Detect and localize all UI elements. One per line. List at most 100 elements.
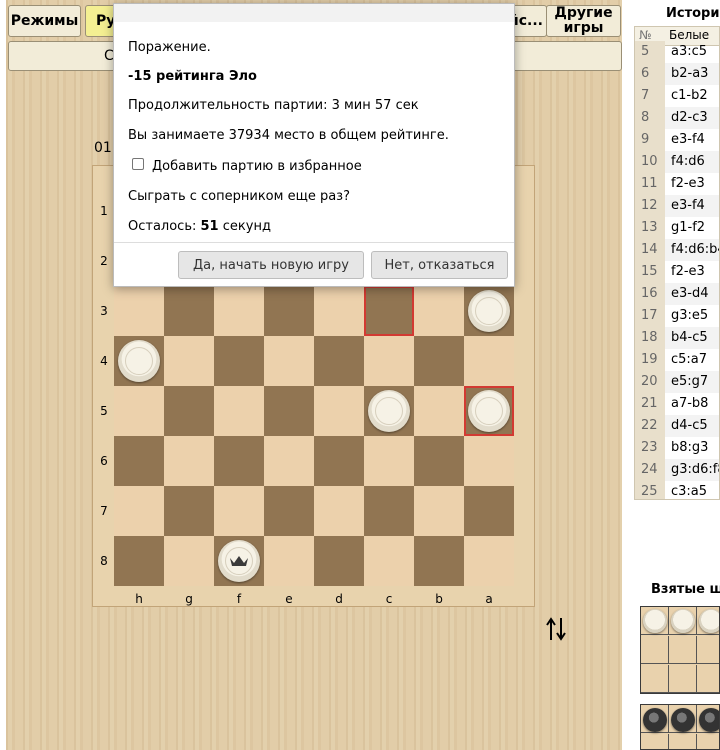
other-games-button[interactable]: Другие игры (546, 5, 621, 37)
history-row[interactable]: 22 d4-c5 (635, 415, 719, 437)
white-move: e5:g7 (671, 374, 709, 389)
board-square[interactable] (214, 286, 264, 336)
board-square[interactable] (314, 436, 364, 486)
history-row[interactable]: 10 f4:d6 (635, 151, 719, 173)
partial-button[interactable]: йс... (509, 5, 547, 37)
board-square[interactable] (214, 486, 264, 536)
board-square[interactable] (164, 436, 214, 486)
board-square[interactable] (264, 386, 314, 436)
board-square[interactable] (364, 336, 414, 386)
dialog-titlebar (114, 4, 514, 22)
history-row[interactable]: 25 c3:a5 (635, 481, 719, 499)
row-label: 4 (100, 354, 108, 368)
board-square[interactable] (364, 436, 414, 486)
history-row[interactable]: 12 e3-f4 (635, 195, 719, 217)
countdown-seconds: 51 (200, 219, 219, 234)
white-piece[interactable] (368, 390, 410, 432)
history-row[interactable]: 8 d2-c3 (635, 107, 719, 129)
history-row[interactable]: 20 e5:g7 (635, 371, 719, 393)
captured-cell (697, 734, 719, 749)
captured-cell (669, 734, 697, 749)
board-square[interactable] (114, 436, 164, 486)
history-row[interactable]: 18 b4-c5 (635, 327, 719, 349)
board-square[interactable] (214, 336, 264, 386)
white-piece[interactable] (468, 390, 510, 432)
board-square[interactable] (314, 286, 364, 336)
game-duration: Продолжительность партии: 3 мин 57 сек (128, 98, 419, 113)
history-row[interactable]: 16 e3-d4 (635, 283, 719, 305)
move-number: 24 (635, 459, 665, 481)
board-square[interactable] (264, 286, 314, 336)
row-label: 7 (100, 504, 108, 518)
board-square[interactable] (464, 486, 514, 536)
board-square[interactable] (114, 486, 164, 536)
captured-cell (669, 636, 697, 664)
board-square[interactable] (364, 536, 414, 586)
white-move: f4:d6:b4 (671, 242, 719, 257)
history-row[interactable]: 7 c1-b2 (635, 85, 719, 107)
favorite-label[interactable]: Добавить партию в избранное (152, 159, 362, 174)
history-row[interactable]: 21 a7-b8 (635, 393, 719, 415)
board-square[interactable] (414, 286, 464, 336)
white-piece[interactable] (118, 340, 160, 382)
new-game-button[interactable]: Да, начать новую игру (178, 251, 364, 279)
game-over-dialog: Поражение. -15 рейтинга Эло Продолжитель… (113, 3, 515, 287)
history-row[interactable]: 17 g3:e5 (635, 305, 719, 327)
history-row[interactable]: 11 f2-e3 (635, 173, 719, 195)
board-square[interactable] (164, 386, 214, 436)
board-square[interactable] (164, 336, 214, 386)
piece-ring (475, 397, 503, 425)
board-square[interactable] (464, 336, 514, 386)
board-square[interactable] (164, 486, 214, 536)
move-history-table[interactable]: № Белые 5 a3:c5 6 b2-a3 7 c1-b2 8 d2-c3 9 e3-f4 10… (634, 26, 720, 500)
history-row[interactable]: 5 a3:c5 (635, 41, 719, 63)
history-row[interactable]: 6 b2-a3 (635, 63, 719, 85)
white-move: d4-c5 (671, 418, 708, 433)
white-piece[interactable] (468, 290, 510, 332)
white-move: f2-e3 (671, 176, 705, 191)
board-square[interactable] (414, 336, 464, 386)
modes-button[interactable]: Режимы (8, 5, 81, 37)
board-square[interactable] (414, 436, 464, 486)
white-move: g3:e5 (671, 308, 709, 323)
board-square[interactable] (364, 286, 414, 336)
board-square[interactable] (414, 486, 464, 536)
board-square[interactable] (264, 336, 314, 386)
history-row[interactable]: 9 e3-f4 (635, 129, 719, 151)
board-square[interactable] (264, 486, 314, 536)
captured-black-piece (671, 708, 695, 732)
board-square[interactable] (314, 536, 364, 586)
board-square[interactable] (414, 536, 464, 586)
board-square[interactable] (114, 286, 164, 336)
board-square[interactable] (114, 386, 164, 436)
move-number: 15 (635, 261, 665, 283)
decline-button[interactable]: Нет, отказаться (371, 251, 508, 279)
history-row[interactable]: 24 g3:d6:f8 (635, 459, 719, 481)
captured-cell (669, 665, 697, 693)
board-square[interactable] (464, 436, 514, 486)
board-square[interactable] (314, 486, 364, 536)
history-row[interactable]: 19 c5:a7 (635, 349, 719, 371)
board-square[interactable] (314, 336, 364, 386)
board-square[interactable] (314, 386, 364, 436)
board-square[interactable] (414, 386, 464, 436)
board-square[interactable] (264, 536, 314, 586)
board-square[interactable] (164, 536, 214, 586)
history-row[interactable]: 14 f4:d6:b4 (635, 239, 719, 261)
flip-board-icon[interactable] (544, 616, 568, 642)
board-square[interactable] (464, 536, 514, 586)
board-square[interactable] (164, 286, 214, 336)
piece-ring (375, 397, 403, 425)
board-square[interactable] (214, 386, 264, 436)
board-square[interactable] (214, 436, 264, 486)
history-row[interactable]: 15 f2-e3 (635, 261, 719, 283)
board-square[interactable] (114, 536, 164, 586)
white-king-piece[interactable] (218, 540, 260, 582)
white-move: c3:a5 (671, 484, 708, 499)
board-square[interactable] (364, 486, 414, 536)
history-row[interactable]: 13 g1-f2 (635, 217, 719, 239)
history-row[interactable]: 23 b8:g3 (635, 437, 719, 459)
board-square[interactable] (264, 436, 314, 486)
favorite-checkbox[interactable] (132, 158, 144, 170)
white-move: a3:c5 (671, 44, 708, 59)
